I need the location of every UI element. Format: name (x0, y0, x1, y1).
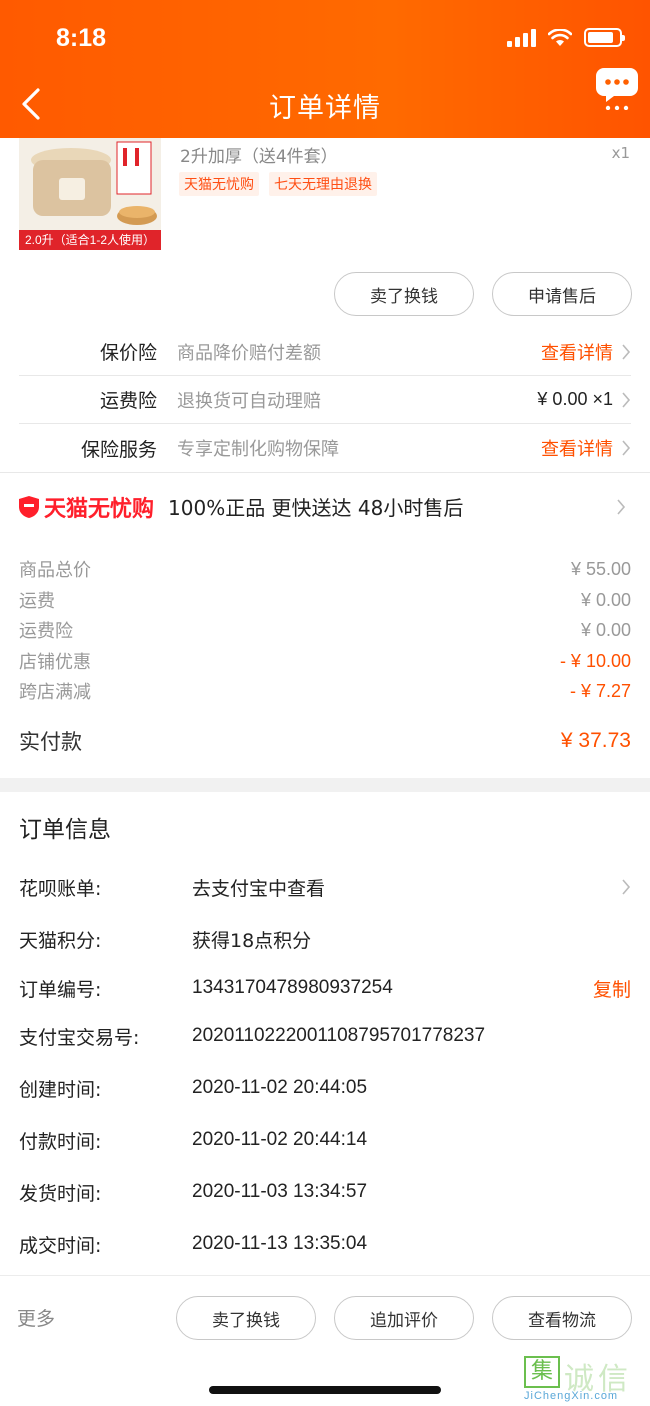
page-title: 订单详情 (269, 93, 381, 124)
price-value: - ¥ 7.27 (569, 680, 631, 701)
price-value: - ¥ 10.00 (559, 650, 631, 671)
more-button[interactable]: 更多 (17, 1304, 55, 1331)
price-line-subtotal: 商品总价 ¥ 55.00 (19, 554, 631, 584)
info-key: 花呗账单: (19, 877, 102, 900)
product-quantity: x1 (611, 144, 630, 162)
insurance-label: 运费险 (99, 390, 157, 412)
info-value: 2020-11-03 13:34:57 (192, 1181, 368, 1202)
app-header: 8:18 订单详情 (0, 0, 650, 138)
info-value: 2020-11-02 20:44:14 (192, 1129, 368, 1150)
insurance-row-service[interactable]: 保险服务 专享定制化购物保障 查看详情 (19, 424, 631, 472)
info-row-points: 天猫积分: 获得18点积分 (19, 923, 631, 955)
product-tags: 天猫无忧购 七天无理由退换 (179, 172, 377, 196)
view-logistics-button[interactable]: 查看物流 (492, 1296, 632, 1340)
price-label: 商品总价 (19, 560, 91, 581)
price-label: 运费险 (19, 621, 73, 642)
price-label: 跨店满减 (19, 682, 91, 703)
product-image-caption: 2.0升（适合1-2人使用） (19, 230, 161, 250)
info-row-huabei[interactable]: 花呗账单: 去支付宝中查看 (19, 871, 631, 903)
info-value: 2020-11-13 13:35:04 (192, 1233, 368, 1254)
tmall-wuyou-logo-text: 天猫无忧购 (44, 496, 155, 522)
tmall-wuyou-logo: 天猫无忧购 (18, 491, 154, 523)
info-row-shipped: 发货时间: 2020-11-03 13:34:57 (19, 1176, 631, 1208)
chevron-right-icon (617, 499, 626, 515)
insurance-label: 保价险 (99, 342, 157, 364)
view-details-link[interactable]: 查看详情 (541, 435, 613, 461)
insurance-desc: 退换货可自动理赔 (177, 390, 321, 412)
battery-icon (584, 28, 625, 47)
product-actions: 卖了换钱 申请售后 (334, 272, 632, 316)
total-value: ¥ 37.73 (560, 729, 631, 752)
total-label: 实付款 (19, 730, 82, 754)
copy-button[interactable]: 复制 (593, 975, 631, 1002)
info-row-order-number: 订单编号: 1343170478980937254 复制 (19, 972, 631, 1004)
price-value: ¥ 0.00 (580, 589, 631, 610)
view-details-link[interactable]: 查看详情 (541, 339, 613, 365)
chevron-right-icon (622, 391, 631, 408)
wuyou-benefits: 100%正品 更快送达 48小时售后 (168, 496, 464, 520)
insurance-row-price-protection[interactable]: 保价险 商品降价赔付差额 查看详情 (19, 328, 631, 376)
status-icons (507, 28, 625, 47)
info-key: 创建时间: (19, 1078, 102, 1101)
info-key: 订单编号: (19, 978, 102, 1001)
info-row-paid: 付款时间: 2020-11-02 20:44:14 (19, 1124, 631, 1156)
tag-tmall-wuyou: 天猫无忧购 (179, 172, 259, 196)
add-review-button[interactable]: 追加评价 (334, 1296, 474, 1340)
info-row-created: 创建时间: 2020-11-02 20:44:05 (19, 1072, 631, 1104)
product-image[interactable]: 2.0升（适合1-2人使用） (19, 138, 161, 250)
total-paid: 实付款 ¥ 37.73 (19, 724, 631, 758)
sell-for-cash-button[interactable]: 卖了换钱 (334, 272, 474, 316)
info-key: 发货时间: (19, 1182, 102, 1205)
price-value: ¥ 55.00 (570, 558, 631, 579)
wifi-icon (548, 28, 572, 46)
insurance-label: 保险服务 (80, 438, 157, 461)
section-divider (0, 778, 650, 792)
watermark-box: 集 (524, 1356, 560, 1388)
after-sales-button[interactable]: 申请售后 (492, 272, 632, 316)
rice-cooker-image (19, 138, 161, 230)
price-line-shipping-insurance: 运费险 ¥ 0.00 (19, 615, 631, 645)
watermark-url: JiChengXin.com (524, 1390, 619, 1402)
price-line-cross-store-discount: 跨店满减 - ¥ 7.27 (19, 676, 631, 706)
price-label: 运费 (19, 591, 55, 612)
order-number: 1343170478980937254 (192, 977, 393, 998)
info-value: 2020-11-02 20:44:05 (192, 1077, 368, 1098)
info-row-completed: 成交时间: 2020-11-13 13:35:04 (19, 1228, 631, 1260)
shipping-insurance-value: ¥ 0.00 ×1 (537, 389, 613, 409)
price-line-store-discount: 店铺优惠 - ¥ 10.00 (19, 646, 631, 676)
info-value: 获得18点积分 (192, 929, 312, 952)
home-indicator[interactable] (209, 1386, 441, 1394)
sell-for-cash-button[interactable]: 卖了换钱 (176, 1296, 316, 1340)
chevron-right-icon (622, 440, 631, 456)
order-info-title: 订单信息 (19, 817, 111, 843)
shield-icon (19, 495, 39, 518)
product-section: 2.0升（适合1-2人使用） 2升加厚（送4件套） x1 天猫无忧购 七天无理由… (0, 138, 650, 472)
tmall-wuyou-banner[interactable]: 天猫无忧购 100%正品 更快送达 48小时售后 (0, 472, 650, 540)
bottom-action-bar: 更多 卖了换钱 追加评价 查看物流 集 诚信 JiChengXin.com (0, 1275, 650, 1406)
price-label: 店铺优惠 (19, 652, 91, 673)
signal-icon (507, 28, 536, 47)
insurance-desc: 专享定制化购物保障 (177, 439, 339, 460)
info-key: 天猫积分: (19, 929, 102, 952)
product-name[interactable]: 2升加厚（送4件套） (180, 142, 338, 167)
watermark-logo: 集 诚信 JiChengXin.com (524, 1356, 642, 1404)
insurance-desc: 商品降价赔付差额 (177, 342, 321, 364)
chevron-right-icon (622, 343, 631, 360)
info-value: 2020110222001108795701778237 (192, 1025, 486, 1046)
info-key: 付款时间: (19, 1130, 102, 1153)
info-row-alipay-trade: 支付宝交易号: 2020110222001108795701778237 (19, 1020, 631, 1052)
insurance-row-shipping[interactable]: 运费险 退换货可自动理赔 ¥ 0.00 ×1 (19, 376, 631, 424)
price-line-shipping: 运费 ¥ 0.00 (19, 585, 631, 615)
chevron-right-icon (622, 879, 631, 895)
message-more-icon[interactable] (596, 66, 638, 110)
tag-seven-day-return: 七天无理由退换 (269, 172, 377, 196)
bottom-actions: 卖了换钱 追加评价 查看物流 (176, 1296, 632, 1340)
info-key: 支付宝交易号: (19, 1026, 140, 1049)
info-value: 去支付宝中查看 (192, 877, 326, 900)
status-time: 8:18 (56, 24, 107, 52)
price-value: ¥ 0.00 (580, 619, 631, 640)
info-key: 成交时间: (19, 1234, 102, 1257)
